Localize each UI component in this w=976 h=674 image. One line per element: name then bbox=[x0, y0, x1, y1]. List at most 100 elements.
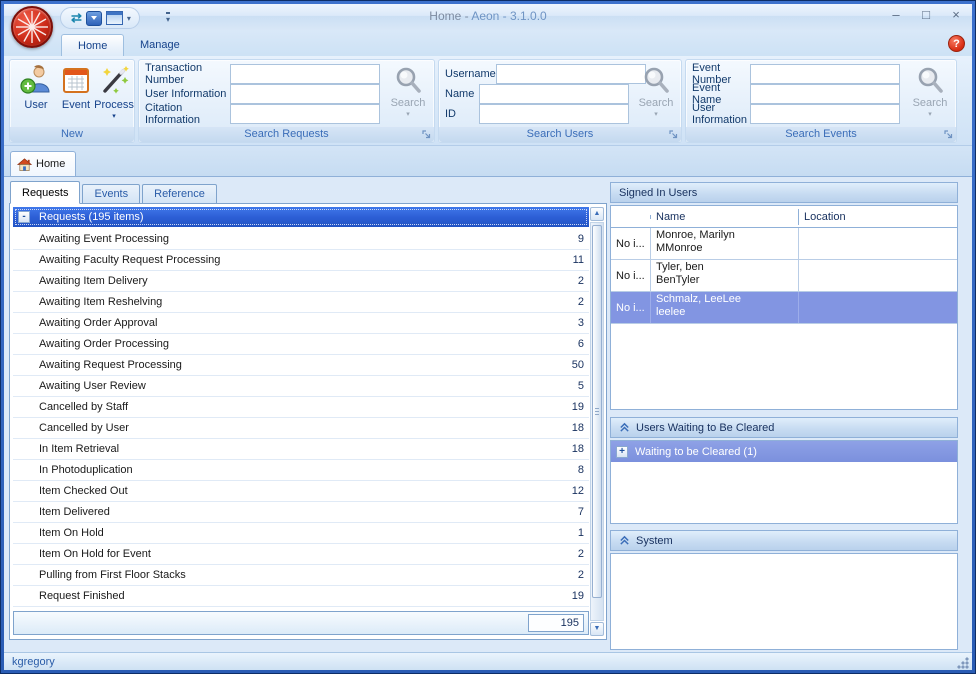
queue-row[interactable]: Awaiting Request Processing50 bbox=[13, 355, 589, 376]
column-header-icon[interactable] bbox=[611, 215, 651, 219]
table-row[interactable]: No i... Tyler, benBenTyler bbox=[611, 260, 957, 292]
requests-rows: Awaiting Event Processing9 Awaiting Facu… bbox=[13, 229, 589, 611]
waiting-to-be-cleared-header: Users Waiting to Be Cleared bbox=[610, 417, 958, 438]
event-number-input[interactable] bbox=[750, 64, 900, 84]
collapse-minus-icon[interactable]: - bbox=[18, 211, 30, 223]
user-username: BenTyler bbox=[656, 274, 793, 287]
search-events-button[interactable]: Search ▾ bbox=[907, 65, 953, 127]
maximize-button[interactable]: □ bbox=[916, 7, 936, 24]
new-event-button[interactable]: Event bbox=[56, 64, 96, 126]
queue-row[interactable]: Pulling from First Floor Stacks2 bbox=[13, 565, 589, 586]
table-row-selected[interactable]: No i... Schmalz, LeeLeeleelee bbox=[611, 292, 957, 324]
user-icon bbox=[20, 64, 52, 96]
group-caption-new: New bbox=[10, 127, 134, 142]
queue-row[interactable]: Cancelled by User18 bbox=[13, 418, 589, 439]
queue-row[interactable]: Awaiting Event Processing9 bbox=[13, 229, 589, 250]
user-information-input[interactable] bbox=[230, 84, 380, 104]
expand-plus-icon[interactable]: + bbox=[616, 446, 628, 458]
search-icon bbox=[641, 65, 671, 95]
transaction-number-input[interactable] bbox=[230, 64, 380, 84]
minimize-button[interactable]: – bbox=[886, 7, 906, 24]
resize-grip-icon[interactable] bbox=[957, 657, 969, 669]
user-name: Monroe, Marilyn bbox=[656, 229, 793, 242]
title-bar: ⇄ ▾ ▾ Home - Aeon - 3.1.0.0 – □ × bbox=[4, 4, 972, 30]
scrollbar-thumb[interactable] bbox=[592, 225, 602, 598]
waiting-group-row[interactable]: + Waiting to be Cleared (1) bbox=[611, 441, 957, 462]
signed-in-users-header: Signed In Users bbox=[610, 182, 958, 203]
collapse-chevron-icon[interactable] bbox=[619, 535, 630, 546]
search-dropdown-icon: ▾ bbox=[654, 110, 658, 118]
aeon-logo-icon bbox=[13, 8, 51, 46]
scroll-up-icon[interactable]: ▲ bbox=[590, 207, 604, 221]
app-window: ⇄ ▾ ▾ Home - Aeon - 3.1.0.0 – □ × Home M… bbox=[0, 0, 976, 674]
window-title: Home - Aeon - 3.1.0.0 bbox=[4, 9, 972, 23]
table-row[interactable]: No i... Monroe, MarilynMMonroe bbox=[611, 228, 957, 260]
system-panel bbox=[610, 553, 958, 650]
process-wand-icon bbox=[98, 64, 130, 96]
subtab-requests[interactable]: Requests bbox=[10, 181, 80, 204]
id-label: ID bbox=[445, 108, 479, 120]
vertical-scrollbar[interactable]: ▲ ▼ bbox=[590, 207, 604, 636]
queue-row[interactable]: Awaiting Item Reshelving2 bbox=[13, 292, 589, 313]
new-process-button[interactable]: Process ▾ bbox=[94, 64, 134, 126]
user-username: leelee bbox=[656, 306, 793, 319]
column-header-location[interactable]: Location bbox=[799, 209, 957, 225]
queue-row[interactable]: Awaiting Order Approval3 bbox=[13, 313, 589, 334]
queue-row[interactable]: Cancelled by Staff19 bbox=[13, 397, 589, 418]
requests-group-header[interactable]: - Requests (195 items) bbox=[13, 207, 589, 227]
dialog-launcher-icon[interactable] bbox=[421, 129, 432, 140]
home-icon bbox=[17, 157, 32, 172]
application-orb-button[interactable] bbox=[11, 6, 53, 48]
name-label: Name bbox=[445, 88, 479, 100]
collapse-chevron-icon[interactable] bbox=[619, 422, 630, 433]
name-input[interactable] bbox=[479, 84, 629, 104]
group-caption-search-users: Search Users bbox=[439, 127, 681, 142]
event-user-information-label: User Information bbox=[692, 102, 750, 126]
queue-row[interactable]: Item On Hold1 bbox=[13, 523, 589, 544]
document-tab-home[interactable]: Home bbox=[10, 151, 76, 176]
search-requests-button[interactable]: Search ▾ bbox=[385, 65, 431, 127]
queue-row[interactable]: Item Checked Out12 bbox=[13, 481, 589, 502]
close-button[interactable]: × bbox=[946, 7, 966, 24]
ribbon-tab-home[interactable]: Home bbox=[61, 34, 124, 56]
ribbon-tab-manage[interactable]: Manage bbox=[124, 34, 196, 56]
dialog-launcher-icon[interactable] bbox=[668, 129, 679, 140]
document-tab-label: Home bbox=[36, 158, 65, 170]
ribbon-group-search-requests: Transaction Number User Information Cita… bbox=[138, 59, 435, 143]
user-username: MMonroe bbox=[656, 242, 793, 255]
scroll-down-icon[interactable]: ▼ bbox=[590, 622, 604, 636]
subtab-reference[interactable]: Reference bbox=[142, 184, 217, 204]
username-input[interactable] bbox=[496, 64, 646, 84]
queue-row[interactable]: Item Delivered7 bbox=[13, 502, 589, 523]
scrollbar-grip bbox=[595, 408, 599, 416]
requests-summary-footer: 195 bbox=[13, 611, 589, 635]
citation-information-input[interactable] bbox=[230, 104, 380, 124]
queue-row[interactable]: Awaiting Order Processing6 bbox=[13, 334, 589, 355]
queue-row[interactable]: Item On Hold for Event2 bbox=[13, 544, 589, 565]
table-header-row: Name Location bbox=[611, 206, 957, 228]
search-users-button[interactable]: Search ▾ bbox=[633, 65, 679, 127]
right-column: Signed In Users Name Location No i... Mo… bbox=[610, 177, 958, 653]
new-user-button[interactable]: User bbox=[16, 64, 56, 126]
subtab-events[interactable]: Events bbox=[82, 184, 140, 204]
queue-row[interactable]: Awaiting Item Delivery2 bbox=[13, 271, 589, 292]
queue-row[interactable]: Awaiting Faculty Request Processing11 bbox=[13, 250, 589, 271]
scrollbar-track[interactable] bbox=[590, 222, 604, 621]
event-name-input[interactable] bbox=[750, 84, 900, 104]
search-icon bbox=[915, 65, 945, 95]
user-location bbox=[799, 228, 957, 259]
event-calendar-icon bbox=[60, 64, 92, 96]
queue-row[interactable]: In Item Retrieval18 bbox=[13, 439, 589, 460]
dialog-launcher-icon[interactable] bbox=[943, 129, 954, 140]
help-button[interactable]: ? bbox=[948, 35, 965, 52]
user-location bbox=[799, 260, 957, 291]
queue-row[interactable]: Awaiting User Review5 bbox=[13, 376, 589, 397]
event-user-information-input[interactable] bbox=[750, 104, 900, 124]
ribbon-tab-row: Home Manage bbox=[4, 30, 972, 56]
window-controls: – □ × bbox=[886, 7, 966, 24]
queue-row[interactable]: In Photoduplication8 bbox=[13, 460, 589, 481]
column-header-name[interactable]: Name bbox=[651, 209, 799, 225]
id-input[interactable] bbox=[479, 104, 629, 124]
queue-row[interactable]: Request Finished19 bbox=[13, 586, 589, 607]
ribbon: User Event bbox=[4, 56, 972, 146]
